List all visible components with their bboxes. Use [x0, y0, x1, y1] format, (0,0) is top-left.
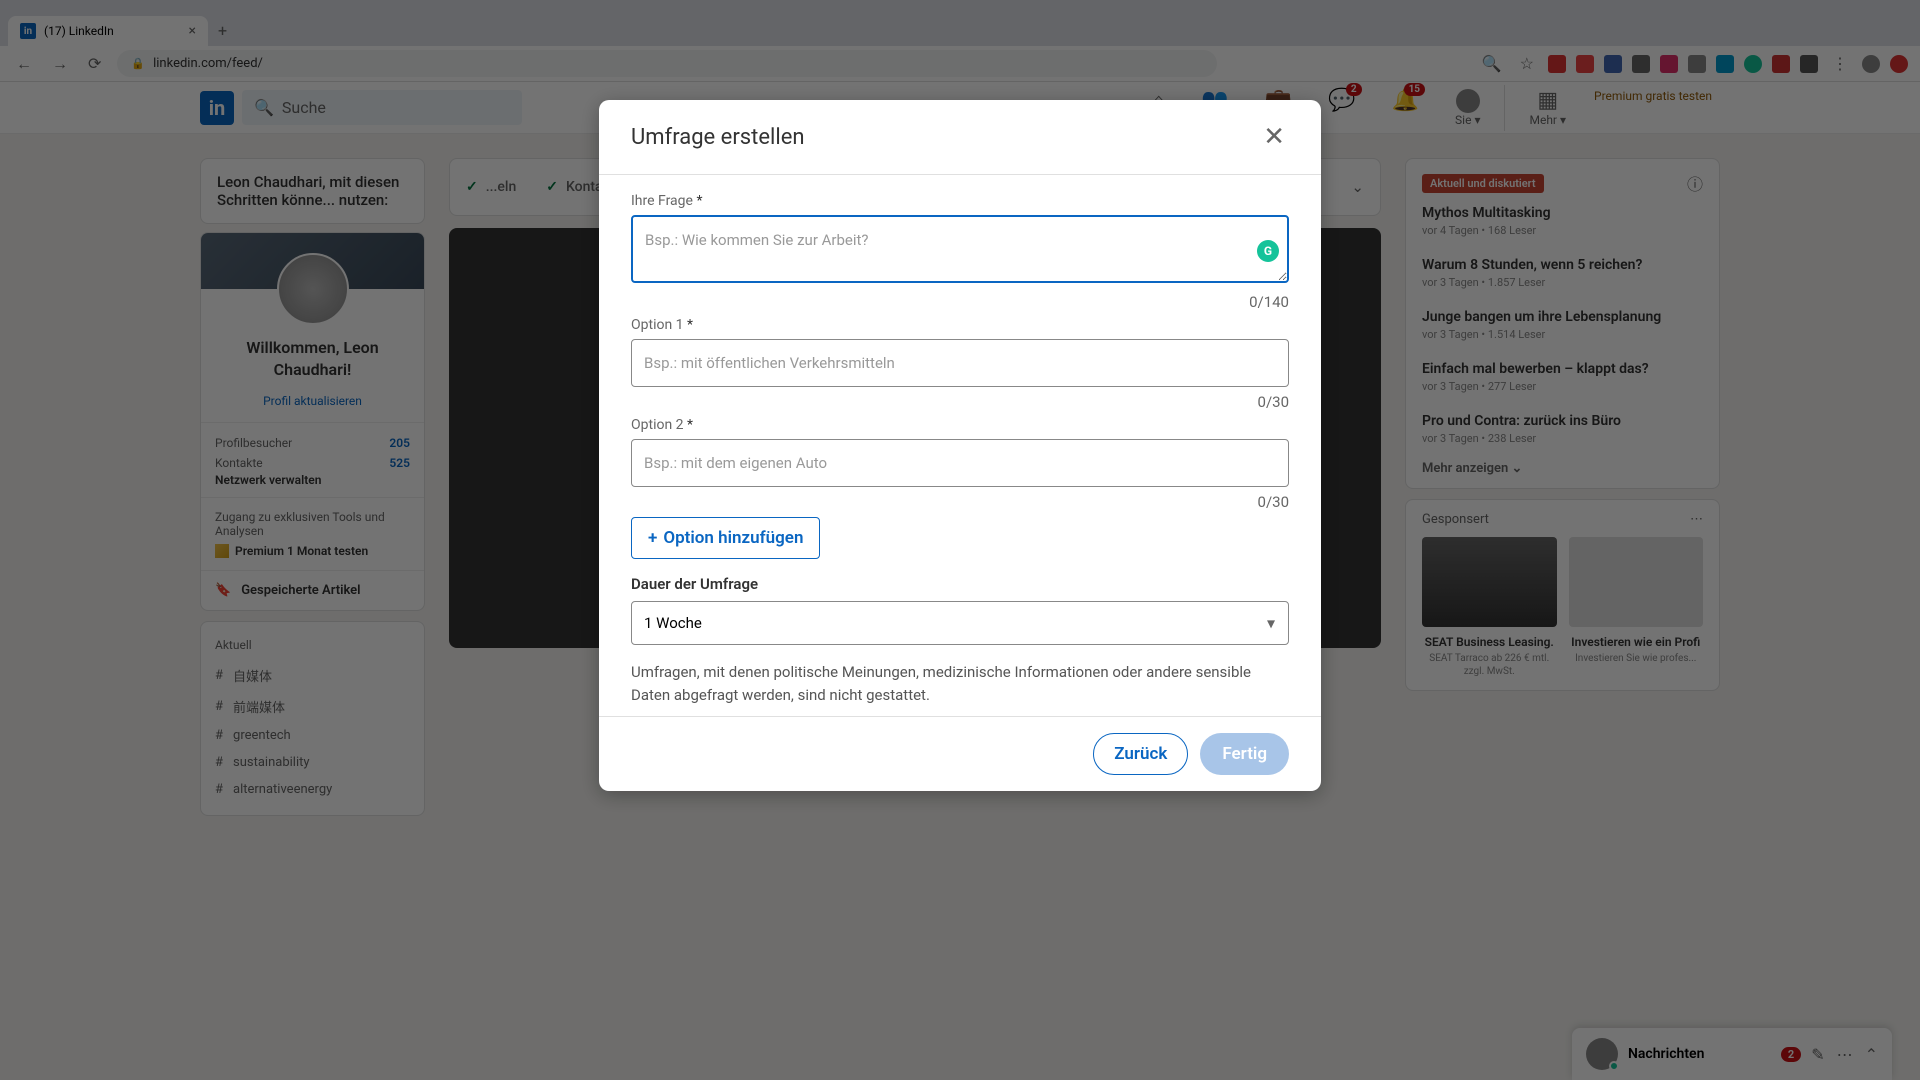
create-poll-modal: Umfrage erstellen ✕ Ihre Frage * G 0/140… — [599, 100, 1321, 791]
option1-input[interactable] — [631, 339, 1289, 387]
option1-counter: 0/30 — [631, 393, 1289, 411]
duration-select[interactable]: 1 Woche — [631, 601, 1289, 645]
question-label: Ihre Frage * — [631, 193, 1289, 209]
grammarly-icon[interactable]: G — [1257, 240, 1279, 262]
back-button[interactable]: Zurück — [1093, 733, 1188, 775]
add-option-button[interactable]: + Option hinzufügen — [631, 517, 820, 559]
option2-label: Option 2 * — [631, 417, 1289, 433]
done-button[interactable]: Fertig — [1200, 733, 1289, 775]
question-counter: 0/140 — [631, 293, 1289, 311]
modal-title: Umfrage erstellen — [631, 125, 805, 150]
question-input[interactable] — [631, 215, 1289, 283]
option2-input[interactable] — [631, 439, 1289, 487]
option1-label: Option 1 * — [631, 317, 1289, 333]
disclaimer-text: Umfragen, mit denen politische Meinungen… — [631, 661, 1289, 706]
modal-overlay: Umfrage erstellen ✕ Ihre Frage * G 0/140… — [0, 0, 1920, 1080]
plus-icon: + — [648, 528, 657, 548]
close-button[interactable]: ✕ — [1259, 120, 1289, 154]
duration-label: Dauer der Umfrage — [631, 575, 1289, 593]
option2-counter: 0/30 — [631, 493, 1289, 511]
